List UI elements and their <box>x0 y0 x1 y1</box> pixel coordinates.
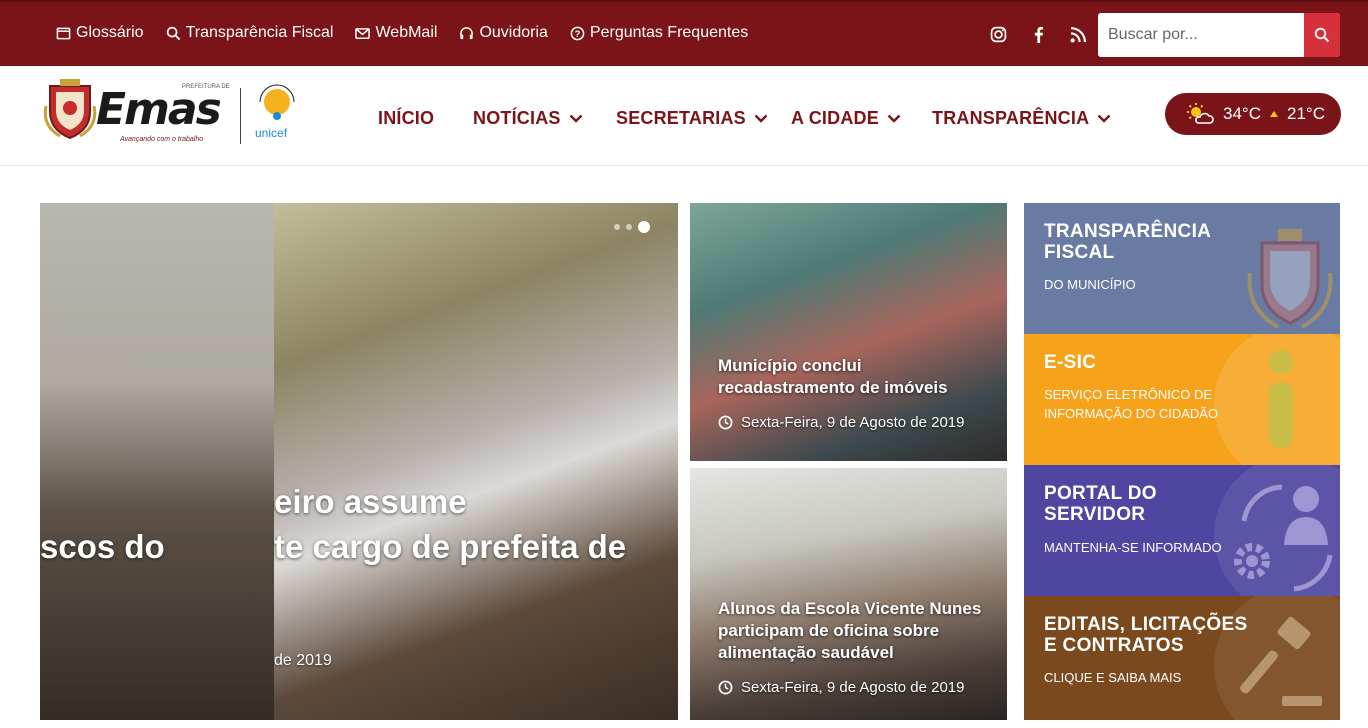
current-slide-image <box>274 203 678 720</box>
chevron-down-icon <box>887 114 901 123</box>
main-nav: INÍCIO NOTÍCIAS SECRETARIAS A CIDADE TRA… <box>378 108 1111 129</box>
user-gear-cycle-icon <box>1234 484 1333 592</box>
news-card[interactable]: Alunos da Escola Vicente Nunes participa… <box>690 468 1007 720</box>
weather-min: 21°C <box>1286 104 1325 123</box>
news-card-title: Município conclui recadastramento de imó… <box>718 356 948 397</box>
news-card-date-label: Sexta-Feira, 9 de Agosto de 2019 <box>741 414 965 431</box>
unicef-label: unicef <box>255 126 288 140</box>
question-circle-icon: ? <box>570 26 585 40</box>
rss-icon[interactable] <box>1068 24 1088 44</box>
slide-date: de 2019 <box>274 652 332 669</box>
coat-of-arms-icon <box>1247 229 1333 329</box>
glossary-label: Glossário <box>76 24 144 41</box>
social-links <box>988 24 1088 44</box>
slider-dots <box>614 221 650 233</box>
ombudsman-link[interactable]: Ouvidoria <box>459 24 548 42</box>
nav-home[interactable]: INÍCIO <box>378 108 473 129</box>
search-icon <box>1314 27 1330 43</box>
caret-up-icon <box>1269 111 1278 117</box>
webmail-link[interactable]: WebMail <box>355 24 437 42</box>
news-card[interactable]: Município conclui recadastramento de imó… <box>690 203 1007 461</box>
nav-transparency-label: TRANSPARÊNCIA <box>932 108 1090 128</box>
bids-contracts-block[interactable]: EDITAIS, LICITAÇÕES E CONTRATOS CLIQUE E… <box>1024 596 1340 720</box>
fiscal-transparency-subtitle: DO MUNICÍPIO <box>1044 277 1136 292</box>
slide-title-line2: te cargo de prefeita de <box>274 528 627 565</box>
esic-subtitle: SERVIÇO ELETRÔNICO DE INFORMAÇÃO DO CIDA… <box>1044 387 1219 421</box>
top-bar: Glossário Transparência Fiscal WebMail O… <box>0 0 1368 66</box>
facebook-icon[interactable] <box>1028 24 1048 44</box>
approved-municipality-seal-icon <box>259 84 295 120</box>
server-portal-subtitle: MANTENHA-SE INFORMADO <box>1044 540 1222 555</box>
server-portal-block[interactable]: PORTAL DO SERVIDOR MANTENHA-SE INFORMADO <box>1024 465 1340 596</box>
nav-transparency[interactable]: TRANSPARÊNCIA <box>932 108 1111 129</box>
logo-divider <box>240 88 241 144</box>
book-icon <box>56 27 71 39</box>
main-header: PREFEITURA DE Emas Avançando com o traba… <box>0 66 1368 166</box>
svg-text:?: ? <box>575 28 581 38</box>
bids-contracts-subtitle: CLIQUE E SAIBA MAIS <box>1044 670 1182 685</box>
news-card-date: Sexta-Feira, 9 de Agosto de 2019 <box>718 679 964 696</box>
server-portal-title: PORTAL DO SERVIDOR <box>1044 483 1157 525</box>
faq-link[interactable]: ? Perguntas Frequentes <box>570 24 748 42</box>
coat-of-arms-icon <box>43 79 97 140</box>
previous-slide-shade <box>40 203 274 720</box>
info-icon <box>1269 350 1293 448</box>
nav-city-label: A CIDADE <box>791 108 879 128</box>
esic-block[interactable]: E-SIC SERVIÇO ELETRÔNICO DE INFORMAÇÃO D… <box>1024 334 1340 465</box>
logo-tagline: Avançando com o trabalho <box>120 136 204 143</box>
slide-title-line1: eiro assume <box>274 483 467 520</box>
slider-dot-3[interactable] <box>638 221 650 233</box>
search-input[interactable] <box>1098 13 1304 57</box>
fiscal-transparency-block[interactable]: TRANSPARÊNCIA FISCAL DO MUNICÍPIO <box>1024 203 1340 334</box>
glossary-link[interactable]: Glossário <box>56 24 144 42</box>
news-card-date: Sexta-Feira, 9 de Agosto de 2019 <box>718 414 964 431</box>
sun-cloud-icon <box>1187 103 1214 124</box>
fiscal-transparency-link[interactable]: Transparência Fiscal <box>166 24 334 42</box>
weather-widget: 34°C 21°C <box>1165 93 1341 135</box>
site-logo[interactable]: PREFEITURA DE Emas Avançando com o traba… <box>42 74 302 154</box>
slider-dot-2[interactable] <box>626 224 632 230</box>
slider-dot-1[interactable] <box>614 224 620 230</box>
headset-icon <box>460 26 474 39</box>
clock-icon <box>718 415 733 430</box>
nav-home-label: INÍCIO <box>378 108 435 128</box>
news-card-date-label: Sexta-Feira, 9 de Agosto de 2019 <box>741 679 965 696</box>
chevron-down-icon <box>1097 114 1111 123</box>
esic-title: E-SIC <box>1044 352 1097 373</box>
news-card-title: Alunos da Escola Vicente Nunes participa… <box>718 599 982 662</box>
nav-departments-label: SECRETARIAS <box>616 108 746 128</box>
clock-icon <box>718 680 733 695</box>
chevron-down-icon <box>754 114 768 123</box>
top-links: Glossário Transparência Fiscal WebMail O… <box>56 24 748 42</box>
faq-label: Perguntas Frequentes <box>589 24 749 41</box>
ombudsman-label: Ouvidoria <box>479 24 548 41</box>
nav-departments[interactable]: SECRETARIAS <box>616 108 791 129</box>
nav-city[interactable]: A CIDADE <box>791 108 932 129</box>
fiscal-transparency-title: TRANSPARÊNCIA FISCAL <box>1044 221 1211 263</box>
nav-news[interactable]: NOTÍCIAS <box>473 108 616 129</box>
chevron-down-icon <box>569 114 582 123</box>
search-box <box>1098 13 1340 57</box>
fiscal-transparency-label: Transparência Fiscal <box>185 24 334 41</box>
bids-contracts-title: EDITAIS, LICITAÇÕES E CONTRATOS <box>1044 614 1248 656</box>
logo-wordmark: Emas <box>96 84 222 135</box>
search-button[interactable] <box>1304 13 1340 57</box>
instagram-icon[interactable] <box>988 24 1008 44</box>
webmail-label: WebMail <box>375 24 438 41</box>
nav-news-label: NOTÍCIAS <box>473 108 561 128</box>
previous-slide-title: scos do <box>40 528 165 565</box>
news-slider[interactable]: scos do eiro assume te cargo de prefeita… <box>40 203 678 720</box>
weather-max: 34°C <box>1223 104 1261 123</box>
search-icon <box>166 26 180 40</box>
envelope-icon <box>355 27 371 39</box>
